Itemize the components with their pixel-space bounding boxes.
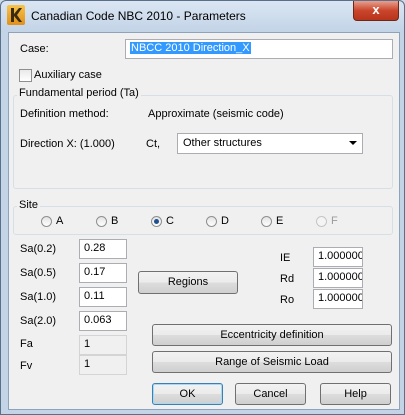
site-c-radio[interactable] [151,216,162,227]
fv-label: Fv [20,360,33,372]
dialog-window: Canadian Code NBC 2010 - Parameters x Ca… [0,0,405,415]
direction-x-label: Direction X: (1.000) [20,138,115,150]
fundamental-period-title: Fundamental period (Ta) [17,87,141,99]
ie-label: IE [280,252,291,264]
cancel-button[interactable]: Cancel [235,383,306,405]
ct-structure-dropdown[interactable]: Other structures [177,133,363,154]
case-name-input[interactable]: NBCC 2010 Direction_X [125,39,393,59]
sa02-input[interactable]: 0.28 [79,239,127,259]
case-label: Case: [20,43,49,55]
site-d-label: D [221,215,229,227]
site-b-label: B [111,215,119,227]
fa-label: Fa [20,338,33,350]
site-f-radio [316,216,327,227]
ro-input[interactable]: 1.000000 [313,289,363,309]
rd-input[interactable]: 1.000000 [313,268,363,288]
eccentricity-definition-button[interactable]: Eccentricity definition [152,324,392,346]
site-f-label: F [331,215,338,227]
dialog-body: Case: NBCC 2010 Direction_X Auxiliary ca… [8,32,400,410]
site-e-radio[interactable] [261,216,272,227]
sa20-input[interactable]: 0.063 [79,311,127,331]
sa20-label: Sa(2.0) [20,315,57,327]
close-icon: x [372,2,380,17]
sa05-input[interactable]: 0.17 [79,263,127,283]
selected-dot-icon [154,219,159,224]
fa-value: 1 [79,335,127,355]
auxiliary-case-label: Auxiliary case [34,69,102,81]
window-title: Canadian Code NBC 2010 - Parameters [31,9,246,23]
definition-method-label: Definition method: [20,108,109,120]
app-icon [7,5,25,25]
regions-button[interactable]: Regions [138,271,238,294]
site-a-label: A [56,215,64,227]
auxiliary-case-checkbox[interactable] [19,69,32,82]
ct-label: Ct, [146,138,161,150]
chevron-down-icon [349,141,357,145]
range-of-seismic-load-button[interactable]: Range of Seismic Load [152,351,392,373]
definition-method-value: Approximate (seismic code) [148,108,284,120]
fv-value: 1 [79,355,127,375]
close-button[interactable]: x [353,1,399,21]
site-a-radio[interactable] [41,216,52,227]
site-c-label: C [166,215,174,227]
ro-label: Ro [280,294,295,306]
sa10-label: Sa(1.0) [20,291,57,303]
case-name-value: NBCC 2010 Direction_X [130,42,251,54]
sa10-input[interactable]: 0.11 [79,287,127,307]
ct-structure-value: Other structures [183,137,262,149]
sa05-label: Sa(0.5) [20,267,57,279]
ie-input[interactable]: 1.000000 [313,247,363,267]
sa02-label: Sa(0.2) [20,243,57,255]
title-bar[interactable]: Canadian Code NBC 2010 - Parameters x [1,1,404,31]
site-e-label: E [276,215,284,227]
site-b-radio[interactable] [96,216,107,227]
rd-label: Rd [280,273,295,285]
help-button[interactable]: Help [320,383,391,405]
site-d-radio[interactable] [206,216,217,227]
ok-button[interactable]: OK [152,383,223,405]
site-title: Site [17,199,40,211]
